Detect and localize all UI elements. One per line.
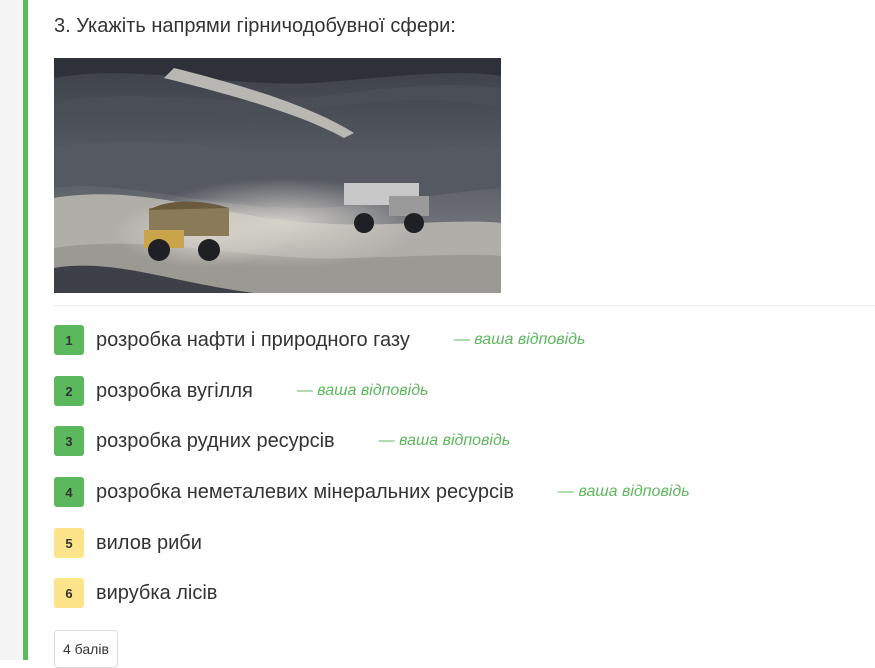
answer-text: розробка вугілля bbox=[96, 379, 253, 402]
answer-number-badge: 1 bbox=[54, 325, 84, 355]
answer-number-badge: 6 bbox=[54, 578, 84, 608]
answer-option-2: 2 розробка вугілля — ваша відповідь bbox=[54, 376, 428, 406]
your-answer-note: — ваша відповідь bbox=[558, 483, 690, 500]
answer-number-badge: 4 bbox=[54, 477, 84, 507]
answer-option-6: 6 вирубка лісів bbox=[54, 578, 217, 608]
answer-option-4: 4 розробка неметалевих мінеральних ресур… bbox=[54, 477, 690, 507]
your-answer-note: — ваша відповідь bbox=[378, 432, 511, 449]
answer-text: вирубка лісів bbox=[96, 581, 218, 604]
left-gutter bbox=[0, 0, 23, 660]
answer-text: розробка неметалевих мінеральних ресурсі… bbox=[96, 480, 515, 503]
question-accent-bar bbox=[23, 0, 28, 660]
answer-number-badge: 5 bbox=[54, 528, 84, 558]
answer-number-badge: 3 bbox=[54, 426, 84, 456]
answer-option-1: 1 розробка нафти і природного газу — ваш… bbox=[54, 325, 585, 355]
your-answer-note: — ваша відповідь bbox=[453, 331, 586, 348]
question-title: 3. Укажіть напрями гірничодобувної сфери… bbox=[54, 15, 456, 37]
content-divider bbox=[54, 305, 875, 306]
answer-text: вилов риби bbox=[96, 531, 202, 554]
answer-option-3: 3 розробка рудних ресурсів — ваша відпов… bbox=[54, 426, 510, 456]
question-image bbox=[54, 58, 501, 293]
answer-text: розробка нафти і природного газу bbox=[96, 328, 410, 351]
answer-number-badge: 2 bbox=[54, 376, 84, 406]
answer-text: розробка рудних ресурсів bbox=[96, 429, 335, 452]
score-badge: 4 балів bbox=[54, 630, 118, 668]
mining-photo-illustration bbox=[54, 58, 501, 293]
answer-option-5: 5 вилов риби bbox=[54, 528, 202, 558]
your-answer-note: — ваша відповідь bbox=[296, 382, 429, 399]
